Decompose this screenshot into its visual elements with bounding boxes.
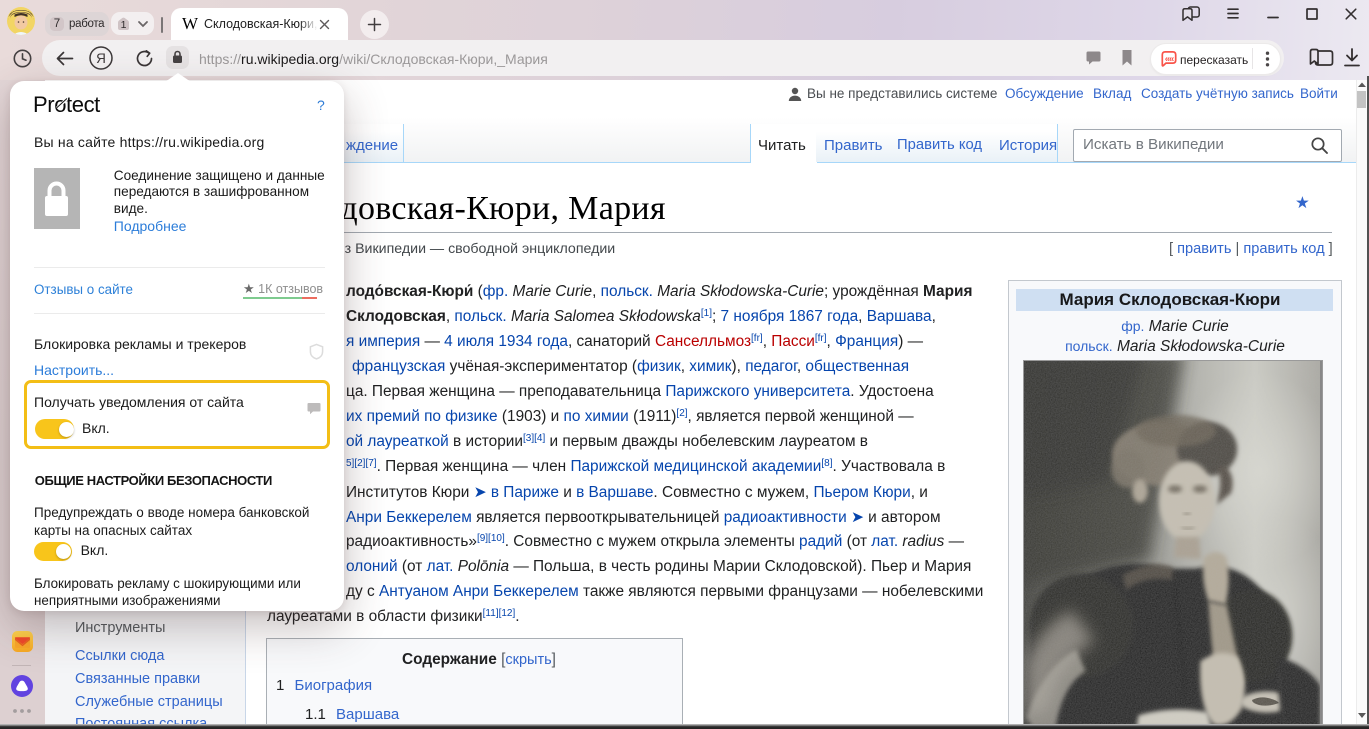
svg-text:««: «« xyxy=(1165,53,1174,64)
svg-text:Я: Я xyxy=(96,51,106,66)
svg-text:1: 1 xyxy=(121,19,127,31)
